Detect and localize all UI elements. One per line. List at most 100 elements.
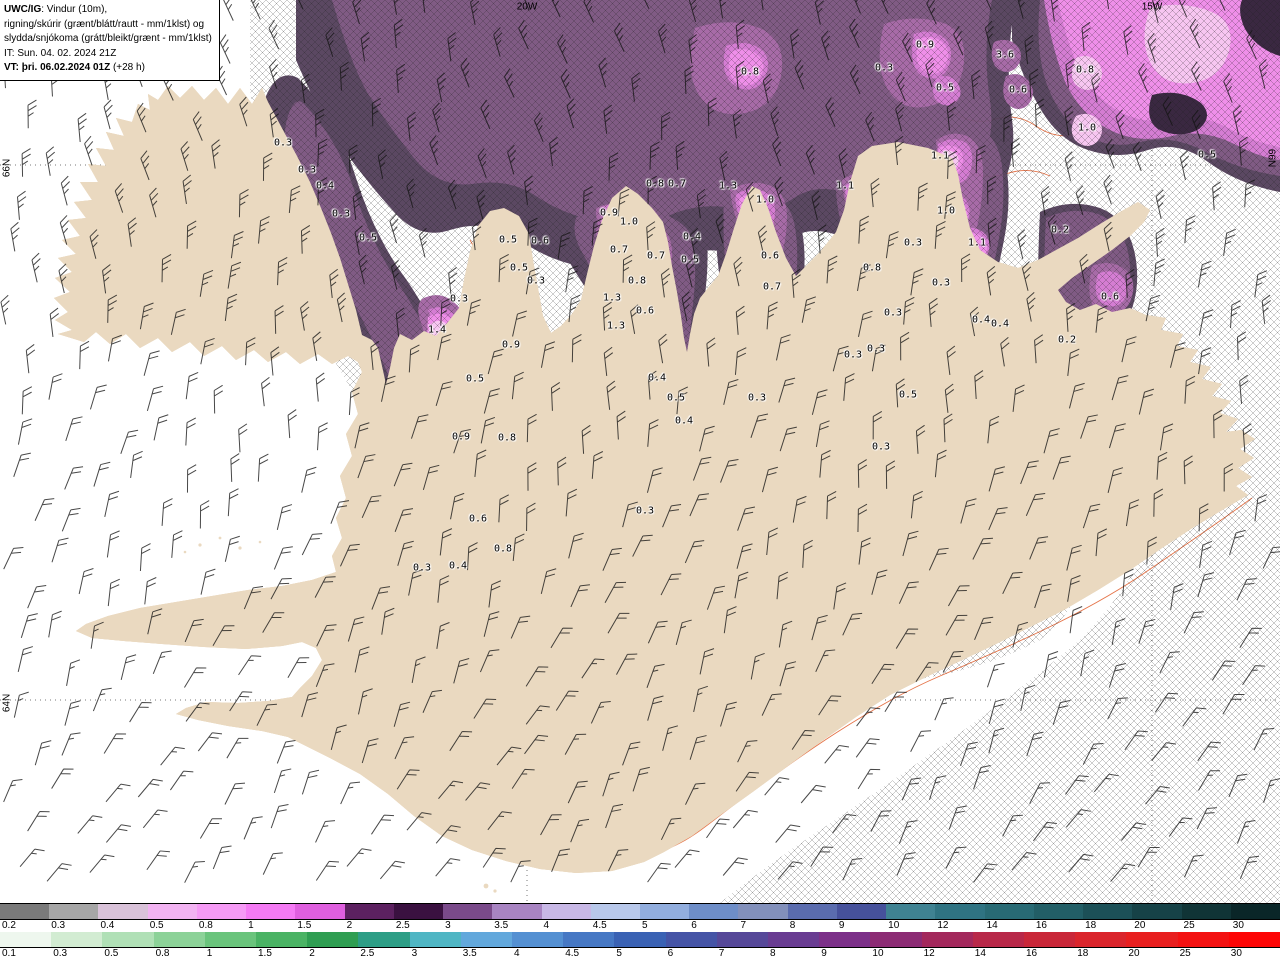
legend-value: 18 xyxy=(1085,920,1097,931)
precip-value-label: 0.8 xyxy=(740,66,760,78)
legend-value: 0.5 xyxy=(104,948,119,959)
legend-value: 25 xyxy=(1183,920,1195,931)
legend-segment xyxy=(393,904,444,919)
legend-segment xyxy=(972,932,1025,947)
precip-value-label: 0.3 xyxy=(866,343,886,355)
legend-value: 0.3 xyxy=(53,948,68,959)
legend-segment xyxy=(98,904,149,919)
weather-map-screen: 0.3 0.3 0.4 0.3 0.5 0.3 1.4 0.9 0.5 0.9 0.8 0.6 0.8 0… xyxy=(0,0,1280,960)
legend-segment xyxy=(102,932,155,947)
legend-segment xyxy=(492,904,543,919)
legend-segment xyxy=(246,904,296,919)
legend-segment xyxy=(147,904,198,919)
precip-value-label: 0.3 xyxy=(747,392,767,404)
legend-value: 25 xyxy=(1179,948,1191,959)
legend-segment xyxy=(49,904,99,919)
precip-value-label: 0.3 xyxy=(635,505,655,517)
precip-value-label: 0.3 xyxy=(273,137,293,149)
legend-segment xyxy=(196,904,247,919)
rain-colorbar-labels: 0.1 0.3 0.5 0.8 1 1.5 2 2.5 3 3.5 4 4.5 5 6 7 8 9 10 12 14 1… xyxy=(0,948,1280,960)
legend-value: 0.1 xyxy=(2,948,16,959)
coordinate-label: 64N xyxy=(1,693,13,713)
precip-value-label: 0.5 xyxy=(898,389,918,401)
legend-segment xyxy=(921,932,974,947)
precip-value-label: 0.5 xyxy=(358,232,378,244)
valid-time: VT: þri. 06.02.2024 01Z (+28 h) xyxy=(4,62,145,73)
legend-segment xyxy=(716,932,769,947)
legend-segment xyxy=(614,932,667,947)
precip-value-label: 0.4 xyxy=(971,314,991,326)
precip-value-label: 0.6 xyxy=(530,235,550,247)
legend-value: 14 xyxy=(986,920,998,931)
precip-value-label: 0.8 xyxy=(645,178,665,190)
precip-value-label: 1.0 xyxy=(755,194,775,206)
precip-value-label: 1.0 xyxy=(936,205,956,217)
precip-value-label: 0.4 xyxy=(448,560,468,572)
map-area: 0.3 0.3 0.4 0.3 0.5 0.3 1.4 0.9 0.5 0.9 0.8 0.6 0.8 0… xyxy=(0,0,1280,904)
legend-segment xyxy=(443,904,493,919)
precip-value-label: 0.8 xyxy=(497,432,517,444)
precip-value-label: 3.6 xyxy=(995,49,1015,61)
legend-segment xyxy=(1132,904,1183,919)
legend-segment xyxy=(563,932,615,947)
snow-colorbar xyxy=(0,904,1280,920)
legend-value: 12 xyxy=(937,920,949,931)
precip-value-label: 0.5 xyxy=(465,373,485,385)
precip-value-label: 0.3 xyxy=(843,349,863,361)
legend-value: 3 xyxy=(411,948,418,959)
precip-value-label: 0.8 xyxy=(627,275,647,287)
precip-value-label: 0.4 xyxy=(682,231,702,243)
description-line-1: rigning/skúrir (grænt/blátt/rautt - mm/1… xyxy=(4,18,205,30)
legend-segment xyxy=(886,904,936,919)
legend-segment xyxy=(870,932,923,947)
legend-segment xyxy=(204,932,257,947)
legend-segment xyxy=(1126,932,1179,947)
legend-value: 10 xyxy=(888,920,900,931)
legend-value: 16 xyxy=(1026,948,1038,959)
legend-segment xyxy=(0,932,52,947)
legend-segment xyxy=(409,932,462,947)
legend-value: 2 xyxy=(309,948,315,959)
coordinate-label: 66N xyxy=(1,158,13,178)
legend-value: 20 xyxy=(1134,920,1146,931)
legend-value: 0.8 xyxy=(155,948,170,959)
precip-value-label: 1.4 xyxy=(427,324,447,336)
coordinate-label: 20W xyxy=(516,1,538,13)
snow-colorbar-labels: 0.2 0.3 0.4 0.5 0.8 1 1.5 2 2.5 3 3.5 4 4.5 5 6 7 8 9 10 12… xyxy=(0,920,1280,932)
precip-value-label: 0.3 xyxy=(931,277,951,289)
legend-value: 4.5 xyxy=(565,948,580,959)
precip-value-label: 0.6 xyxy=(1008,84,1028,96)
precip-value-label: 1.0 xyxy=(619,216,639,228)
precip-value-label: 0.7 xyxy=(646,250,666,262)
product-code: UWC/IG xyxy=(4,4,42,15)
legend-value: 5 xyxy=(616,948,622,959)
legend-value: 0.3 xyxy=(51,920,66,931)
precip-value-label: 0.3 xyxy=(903,237,923,249)
legend-value: 4.5 xyxy=(592,920,607,931)
legend-segment xyxy=(1033,904,1084,919)
legend-value: 3.5 xyxy=(494,920,509,931)
coordinate-label: 15W xyxy=(1141,1,1163,13)
precip-value-label: 1.1 xyxy=(930,150,950,162)
legend-value: 12 xyxy=(923,948,935,959)
precip-value-label: 0.9 xyxy=(599,207,619,219)
legend-value: 5 xyxy=(642,920,648,931)
legend-value: 8 xyxy=(789,920,796,931)
legend-segment xyxy=(295,904,346,919)
legend-value: 10 xyxy=(872,948,884,959)
legend: 0.2 0.3 0.4 0.5 0.8 1 1.5 2 2.5 3 3.5 4 4.5 5 6 7 8 9 10 12… xyxy=(0,904,1280,960)
map-svg xyxy=(0,0,1280,903)
precip-value-label: 1.3 xyxy=(718,180,738,192)
legend-segment xyxy=(768,932,820,947)
precip-value-label: 0.2 xyxy=(1057,334,1077,346)
precip-value-label: 0.9 xyxy=(501,339,521,351)
precip-value-label: 0.5 xyxy=(509,262,529,274)
legend-value: 3 xyxy=(445,920,451,931)
legend-value: 8 xyxy=(770,948,776,959)
legend-segment xyxy=(1228,932,1280,947)
legend-segment xyxy=(1177,932,1230,947)
precip-value-label: 0.6 xyxy=(635,305,655,317)
init-time: IT: Sun. 04. 02. 2024 21Z xyxy=(4,47,117,59)
legend-segment xyxy=(460,932,513,947)
title-box: UWC/IG: Vindur (10m), rigning/skúrir (gr… xyxy=(0,0,220,81)
